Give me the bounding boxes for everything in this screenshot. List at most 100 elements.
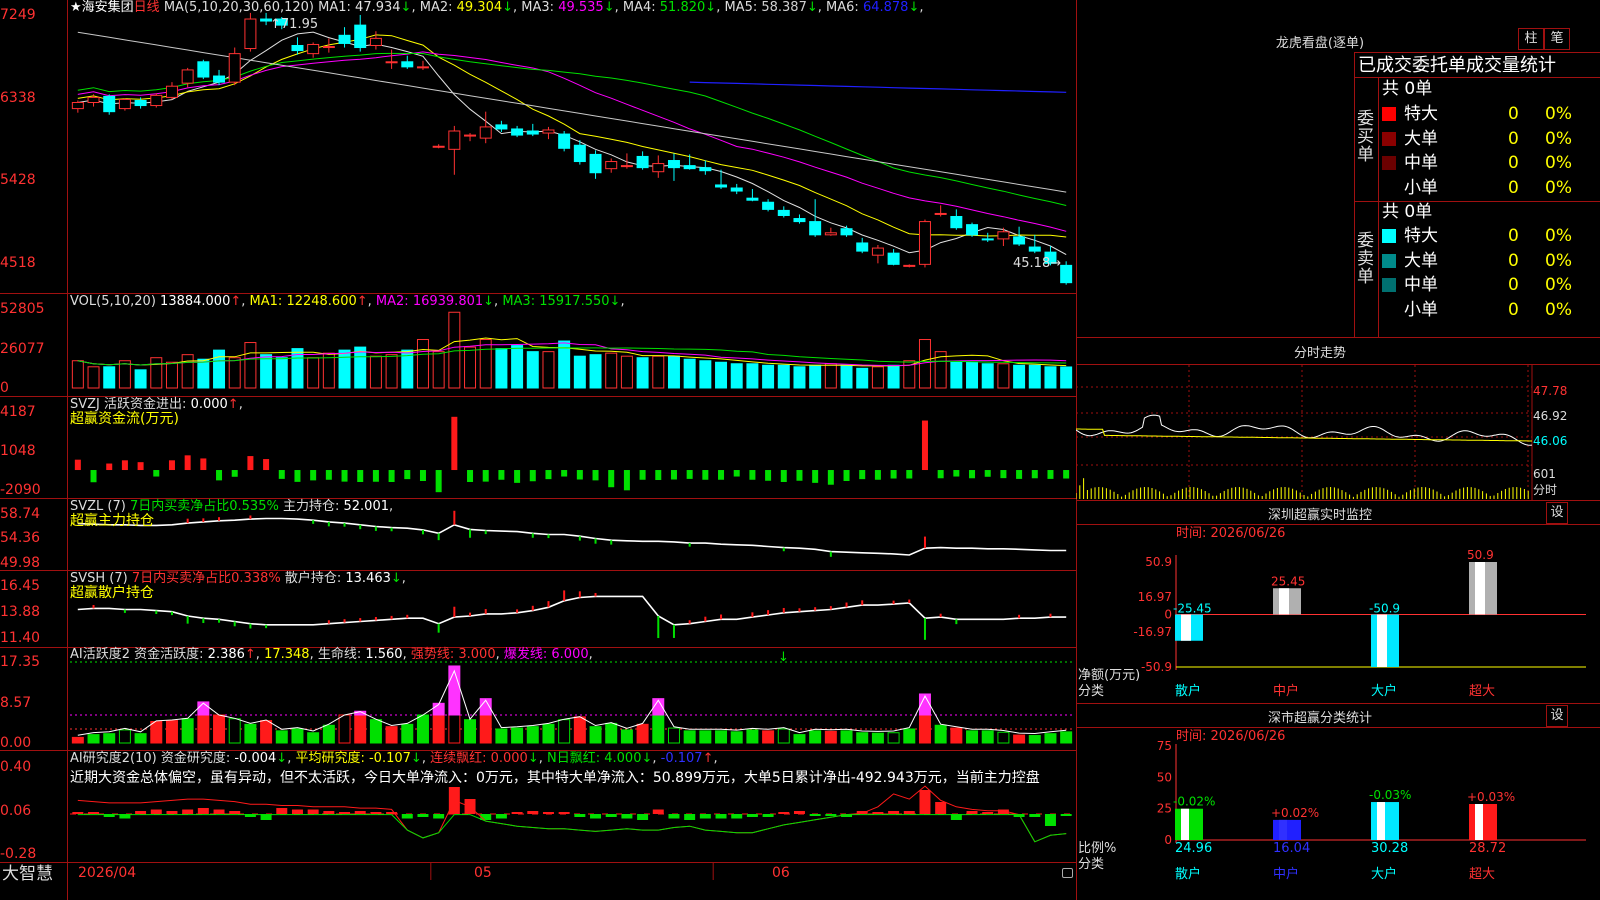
ai-active-item4: 强势线:	[410, 647, 455, 662]
candle-body	[809, 221, 822, 236]
intraday-unit: 分时	[1533, 483, 1558, 497]
divider	[1076, 500, 1600, 501]
intraday-ytick: 46.92	[1533, 409, 1568, 423]
order-class-name: 小单	[1404, 299, 1438, 320]
volume-bar	[244, 342, 257, 389]
ratio-change-label: -0.03%	[1369, 788, 1411, 802]
retail-change-tick	[923, 618, 926, 640]
bar-view-button[interactable]: 柱	[1518, 28, 1544, 50]
volume-bar	[652, 355, 665, 389]
volume-bar	[715, 361, 728, 389]
research-bar	[966, 811, 978, 814]
activity-bar	[291, 728, 304, 744]
order-stat-row: 大单	[1382, 250, 1438, 272]
brand-logo[interactable]: 大智慧	[2, 864, 53, 884]
color-swatch-icon	[1382, 156, 1396, 170]
candle-body	[322, 46, 335, 49]
volume-bar	[369, 355, 382, 389]
order-class-name: 大单	[1404, 250, 1438, 271]
order-stat-row: 大单	[1382, 128, 1438, 150]
volume-bar	[150, 357, 163, 389]
volume-bar	[1028, 364, 1041, 389]
svsh-arrow: ↓	[390, 571, 402, 586]
vol-ma-label: MA2:	[375, 294, 413, 309]
vol-ma-arrow: ↑	[356, 294, 368, 309]
retail-change-tick	[186, 616, 189, 624]
research-bar	[715, 814, 727, 819]
price-ytick: 7249	[0, 7, 36, 23]
order-class-name: 特大	[1404, 226, 1438, 246]
net-bar	[1175, 614, 1203, 641]
volume-bar	[589, 354, 602, 389]
volume-bar	[1013, 364, 1026, 389]
volume-bar	[762, 364, 775, 389]
ai-research-name: AI研究度2(10)	[70, 751, 157, 766]
class-category: 中户	[1273, 866, 1299, 882]
pen-view-button[interactable]: 笔	[1544, 28, 1570, 50]
sz-monitor-chart[interactable]: 50.9 16.97 0 -16.97 -50.9 -25.45 25.45 -50.9 50.…	[1076, 540, 1600, 705]
order-percent: 0%	[1545, 226, 1572, 246]
main-change-tick	[829, 551, 832, 557]
volume-bar	[871, 366, 884, 389]
lhb-title: 龙虎看盘(逐单)	[1275, 36, 1365, 51]
vol-ma-sep: ,	[620, 294, 625, 309]
candle-body	[1060, 264, 1073, 284]
candle-body	[636, 155, 649, 169]
fund-flow-bar	[655, 470, 662, 481]
ma-value: 51.820	[659, 0, 706, 15]
fund-flow-bar	[843, 470, 850, 481]
x-tick: 2026/04	[78, 865, 137, 881]
sz-monitor-settings-button[interactable]: 设	[1546, 502, 1568, 524]
retail-change-tick	[829, 606, 832, 610]
research-bar	[495, 814, 507, 819]
lock-icon[interactable]	[1062, 868, 1073, 878]
period-label[interactable]: 日线	[134, 0, 160, 15]
candle-body	[605, 161, 618, 170]
intraday-price-line	[1076, 414, 1533, 446]
activity-bar	[448, 714, 461, 744]
research-bar	[370, 812, 382, 814]
sz-class-chart[interactable]: 75 50 25 0 -0.02% 24.96 +0.02% 16.04 -0.03% 30.28…	[1076, 740, 1600, 900]
candle-body	[840, 228, 853, 236]
volume-bar	[197, 358, 210, 389]
ratio-bar-highlight	[1377, 802, 1385, 840]
retail-change-tick	[578, 591, 581, 598]
svzl-ytick: 54.36	[0, 530, 41, 546]
fund-flow-bar	[733, 470, 740, 477]
candle-body	[511, 128, 524, 136]
main-change-tick	[531, 533, 534, 538]
volume-bar	[777, 364, 790, 389]
svsh-item2: 散户持仓:	[284, 571, 342, 586]
buy-total: 共 0单	[1382, 79, 1433, 99]
fund-flow-bar	[984, 470, 991, 477]
main-change-tick	[469, 529, 472, 538]
stock-name[interactable]: 海安集团	[82, 0, 134, 15]
activity-bar	[997, 731, 1010, 744]
activity-bar	[354, 714, 367, 744]
intraday-chart[interactable]	[1076, 365, 1600, 500]
fund-flow-bar	[404, 470, 411, 480]
sz-class-settings-button[interactable]: 设	[1546, 705, 1568, 727]
candle-body	[448, 130, 461, 150]
divider	[1076, 727, 1600, 728]
volume-bar	[495, 348, 508, 389]
main-change-tick	[923, 536, 926, 549]
volume-bar	[213, 349, 226, 389]
main-change-tick	[343, 523, 346, 527]
activity-bar	[401, 723, 414, 744]
star-icon[interactable]: ★	[70, 0, 82, 15]
volume-bar	[71, 360, 84, 389]
fund-flow-bar	[278, 470, 285, 479]
fund-flow-bar	[106, 463, 113, 471]
research-bar	[307, 809, 319, 814]
order-percent: 0%	[1545, 128, 1572, 149]
candle-body	[667, 160, 680, 169]
retail-change-tick	[782, 607, 785, 613]
svzl-item: 7日内买卖净占比0.535%	[129, 499, 279, 514]
candle-body	[416, 66, 429, 69]
net-bar	[1469, 562, 1497, 615]
monitor-ytick: -16.97	[1133, 625, 1172, 639]
candle-body	[558, 133, 571, 149]
price-panel-header: ★海安集团日线 MA(5,10,20,30,60,120) MA1: 47.93…	[70, 0, 923, 16]
retail-change-tick	[908, 599, 911, 603]
